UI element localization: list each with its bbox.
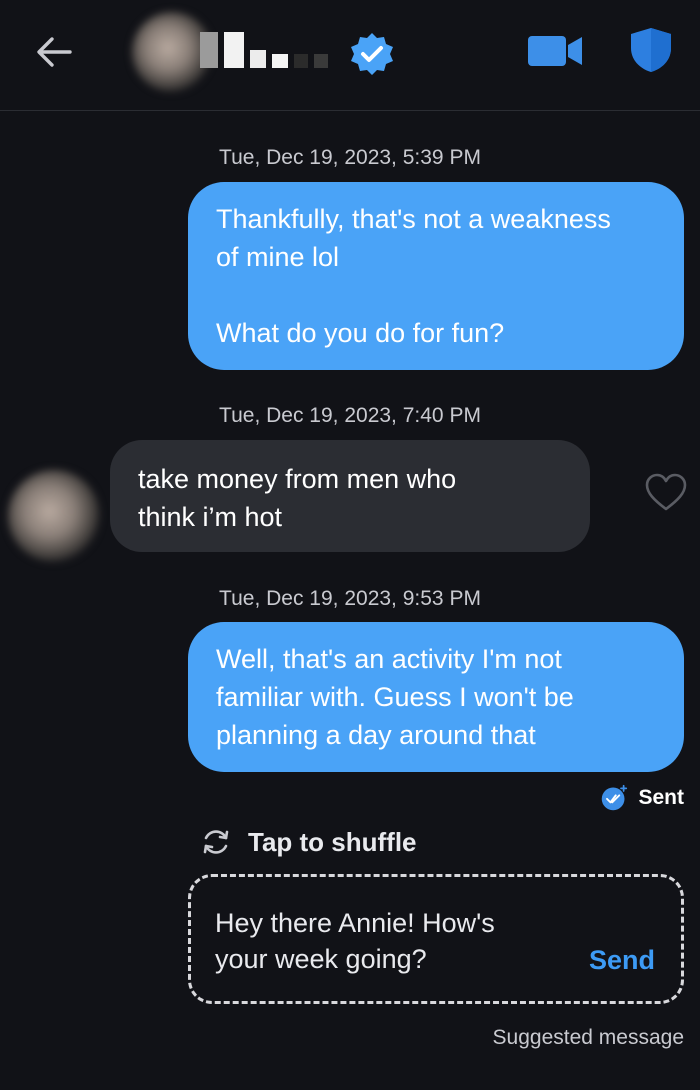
timestamp-date: Tue, Dec 19, 2023, bbox=[219, 404, 397, 427]
shield-icon[interactable] bbox=[628, 26, 674, 74]
timestamp-time: 7:40 PM bbox=[402, 404, 481, 427]
message-line: take money from men who bbox=[138, 464, 457, 494]
sent-status: Sent bbox=[600, 784, 684, 812]
message-line: think i’m hot bbox=[138, 502, 283, 532]
outgoing-message-bubble[interactable]: Thankfully, that's not a weakness of min… bbox=[188, 182, 684, 370]
suggested-line: Hey there Annie! How's bbox=[215, 908, 495, 938]
message-timestamp: Tue, Dec 19, 2023, 5:39 PM bbox=[0, 146, 700, 170]
message-line: familiar with. Guess I won't be bbox=[216, 682, 574, 712]
shuffle-button[interactable]: Tap to shuffle bbox=[200, 826, 417, 858]
message-line: of mine lol bbox=[216, 242, 340, 272]
timestamp-date: Tue, Dec 19, 2023, bbox=[219, 146, 397, 169]
arrow-left-icon bbox=[37, 37, 72, 67]
message-line: Well, that's an activity I'm not bbox=[216, 644, 562, 674]
back-button[interactable] bbox=[30, 28, 78, 76]
message-line: What do you do for fun? bbox=[216, 318, 505, 348]
video-camera-icon[interactable] bbox=[526, 30, 584, 72]
suggested-message-card[interactable]: Hey there Annie! How's your week going? … bbox=[188, 874, 684, 1004]
double-check-icon bbox=[602, 784, 628, 811]
incoming-message-bubble[interactable]: take money from men who think i’m hot bbox=[110, 440, 590, 552]
message-line-gap bbox=[216, 276, 656, 314]
message-timestamp: Tue, Dec 19, 2023, 7:40 PM bbox=[0, 404, 700, 428]
message-line: Thankfully, that's not a weakness bbox=[216, 204, 611, 234]
chat-header bbox=[0, 0, 700, 111]
timestamp-time: 5:39 PM bbox=[402, 146, 481, 169]
suggested-message-caption: Suggested message bbox=[492, 1026, 684, 1049]
heart-icon[interactable] bbox=[644, 472, 688, 512]
contact-name-redacted[interactable] bbox=[200, 28, 328, 68]
refresh-icon bbox=[203, 830, 229, 854]
timestamp-date: Tue, Dec 19, 2023, bbox=[219, 587, 397, 610]
message-line: planning a day around that bbox=[216, 720, 536, 750]
sent-label: Sent bbox=[638, 786, 684, 809]
send-button[interactable]: Send bbox=[589, 945, 655, 976]
timestamp-time: 9:53 PM bbox=[402, 587, 481, 610]
message-timestamp: Tue, Dec 19, 2023, 9:53 PM bbox=[0, 587, 700, 611]
suggested-line: your week going? bbox=[215, 944, 427, 974]
sender-avatar[interactable] bbox=[8, 470, 100, 562]
verified-badge-icon bbox=[351, 33, 393, 75]
suggested-message-text: Hey there Annie! How's your week going? bbox=[215, 905, 545, 977]
shuffle-label: Tap to shuffle bbox=[248, 826, 417, 857]
outgoing-message-bubble[interactable]: Well, that's an activity I'm not familia… bbox=[188, 622, 684, 772]
